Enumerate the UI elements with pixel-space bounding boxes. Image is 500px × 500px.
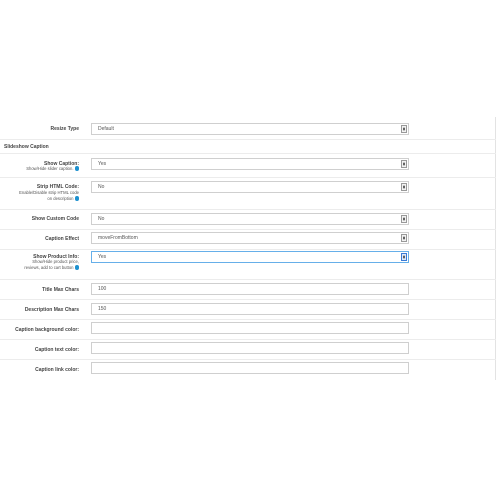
show-product-info-value: Yes bbox=[98, 254, 107, 260]
select-arrows-icon[interactable] bbox=[401, 253, 407, 261]
caption-bg-color-row: Caption background color: bbox=[0, 319, 496, 339]
strip-html-help-line-2: on description bbox=[47, 196, 74, 201]
caption-link-color-label: Caption link color: bbox=[35, 367, 79, 373]
select-arrows-icon[interactable] bbox=[401, 234, 407, 242]
show-caption-help-text: Show/Hide slider caption. bbox=[26, 166, 74, 171]
caption-bg-color-input[interactable] bbox=[91, 322, 409, 334]
section-heading: Slideshow Caption bbox=[4, 144, 49, 150]
caption-bg-color-label: Caption background color: bbox=[15, 327, 79, 333]
show-custom-code-row: Show Custom Code No bbox=[0, 209, 496, 229]
settings-panel: Resize Type Default Slideshow Caption Sh… bbox=[0, 117, 496, 380]
caption-text-color-label: Caption text color: bbox=[34, 347, 79, 353]
resize-type-value: Default bbox=[98, 126, 114, 132]
strip-html-value: No bbox=[98, 184, 105, 190]
caption-effect-value: moveFromBottom bbox=[98, 235, 138, 241]
select-arrows-icon[interactable] bbox=[401, 215, 407, 223]
title-max-chars-value: 100 bbox=[98, 286, 107, 292]
description-max-chars-label: Description Max Chars bbox=[24, 307, 79, 313]
question-circle-icon[interactable] bbox=[74, 265, 79, 270]
caption-link-color-row: Caption link color: bbox=[0, 359, 496, 379]
resize-type-select[interactable]: Default bbox=[91, 123, 409, 135]
title-max-chars-label: Title Max Chars bbox=[42, 287, 79, 293]
select-arrows-icon[interactable] bbox=[401, 125, 407, 133]
show-caption-value: Yes bbox=[98, 161, 107, 167]
description-max-chars-row: Description Max Chars 150 bbox=[0, 299, 496, 319]
resize-type-row: Resize Type Default bbox=[0, 117, 496, 139]
strip-html-row: Strip HTML Code: Enable/Disable strip HT… bbox=[0, 177, 496, 209]
show-product-info-select[interactable]: Yes bbox=[91, 251, 409, 263]
title-max-chars-row: Title Max Chars 100 bbox=[0, 279, 496, 299]
caption-effect-row: Caption Effect moveFromBottom bbox=[0, 229, 496, 249]
question-circle-icon[interactable] bbox=[74, 196, 79, 201]
show-caption-select[interactable]: Yes bbox=[91, 158, 409, 170]
show-product-info-help-line-2-wrap: reviews, add to cart button bbox=[24, 265, 79, 271]
caption-effect-label: Caption Effect bbox=[45, 236, 79, 242]
show-custom-code-value: No bbox=[98, 216, 105, 222]
title-max-chars-input[interactable]: 100 bbox=[91, 283, 409, 295]
strip-html-help-line-2-wrap: on description bbox=[47, 196, 79, 202]
show-custom-code-select[interactable]: No bbox=[91, 213, 409, 225]
caption-text-color-input[interactable] bbox=[91, 342, 409, 354]
caption-text-color-row: Caption text color: bbox=[0, 339, 496, 359]
question-circle-icon[interactable] bbox=[74, 166, 79, 171]
description-max-chars-input[interactable]: 150 bbox=[91, 303, 409, 315]
show-custom-code-label: Show Custom Code bbox=[31, 216, 79, 222]
select-arrows-icon[interactable] bbox=[401, 160, 407, 168]
strip-html-select[interactable]: No bbox=[91, 181, 409, 193]
show-product-info-row: Show Product Info: Show/Hide product pri… bbox=[0, 249, 496, 279]
description-max-chars-value: 150 bbox=[98, 306, 107, 312]
select-arrows-icon[interactable] bbox=[401, 183, 407, 191]
divider bbox=[0, 139, 496, 140]
show-caption-help: Show/Hide slider caption. bbox=[26, 166, 79, 172]
caption-effect-select[interactable]: moveFromBottom bbox=[91, 232, 409, 244]
caption-link-color-input[interactable] bbox=[91, 362, 409, 374]
show-product-info-help-line-2: reviews, add to cart button bbox=[24, 265, 74, 270]
resize-type-label: Resize Type bbox=[50, 126, 79, 132]
show-caption-row: Show Caption: Show/Hide slider caption. … bbox=[0, 153, 496, 177]
